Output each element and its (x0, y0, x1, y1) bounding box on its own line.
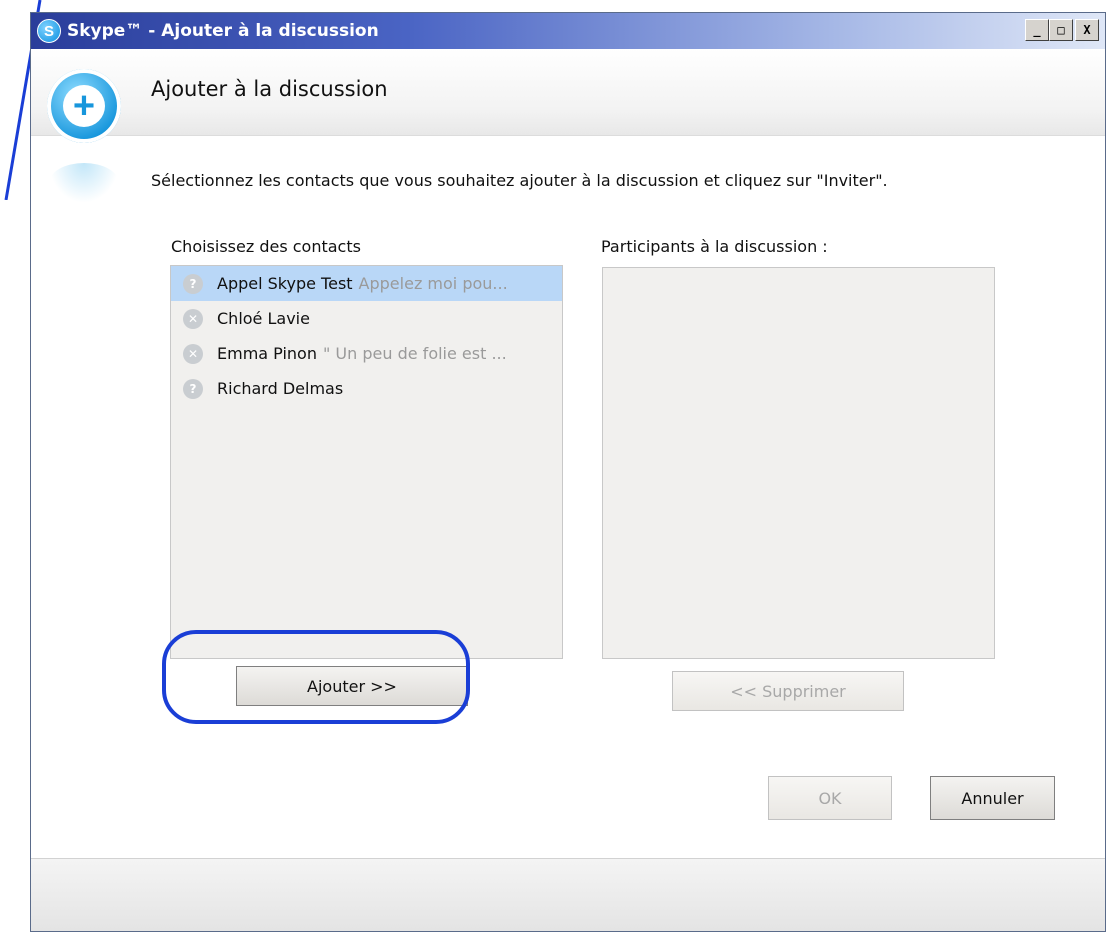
close-button[interactable]: X (1075, 19, 1099, 41)
plus-icon: + (63, 85, 105, 127)
minimize-button[interactable]: _ (1025, 19, 1049, 41)
contact-name: Appel Skype Test (217, 274, 353, 293)
contact-mood: " Un peu de folie est ... (322, 344, 507, 363)
contact-name: Chloé Lavie (217, 309, 310, 328)
add-to-chat-dialog: S Skype™ - Ajouter à la discussion _ □ X… (30, 12, 1106, 932)
participants-label: Participants à la discussion : (601, 237, 828, 256)
status-offline-icon: ✕ (183, 308, 203, 329)
cancel-button[interactable]: Annuler (930, 776, 1055, 820)
window-controls: _ □ X (1025, 19, 1099, 41)
ok-button[interactable]: OK (768, 776, 892, 820)
contact-name: Richard Delmas (217, 379, 344, 398)
contacts-list[interactable]: ? Appel Skype Test Appelez moi pou... ✕ … (170, 265, 563, 659)
contact-item[interactable]: ? Richard Delmas (171, 371, 562, 406)
contact-item[interactable]: ✕ Emma Pinon " Un peu de folie est ... (171, 336, 562, 371)
add-button[interactable]: Ajouter >> (236, 666, 468, 706)
instruction-text: Sélectionnez les contacts que vous souha… (151, 171, 888, 190)
remove-button[interactable]: << Supprimer (672, 671, 904, 711)
contacts-label: Choisissez des contacts (171, 237, 361, 256)
window-title: Skype™ - Ajouter à la discussion (67, 21, 379, 41)
contact-mood: Appelez moi pou... (358, 274, 508, 293)
maximize-button[interactable]: □ (1049, 19, 1073, 41)
dialog-heading: Ajouter à la discussion (151, 77, 388, 101)
participants-list[interactable] (602, 267, 995, 659)
skype-logo-icon: S (37, 19, 61, 43)
contact-item[interactable]: ✕ Chloé Lavie (171, 301, 562, 336)
contact-name: Emma Pinon (217, 344, 317, 363)
status-offline-icon: ✕ (183, 343, 203, 364)
status-unknown-icon: ? (183, 378, 203, 399)
contact-item[interactable]: ? Appel Skype Test Appelez moi pou... (171, 266, 562, 301)
dialog-footer (31, 858, 1105, 931)
icon-reflection (49, 163, 119, 203)
title-bar[interactable]: S Skype™ - Ajouter à la discussion _ □ X (31, 13, 1105, 49)
add-chat-icon: + (47, 69, 121, 143)
status-unknown-icon: ? (183, 273, 203, 294)
